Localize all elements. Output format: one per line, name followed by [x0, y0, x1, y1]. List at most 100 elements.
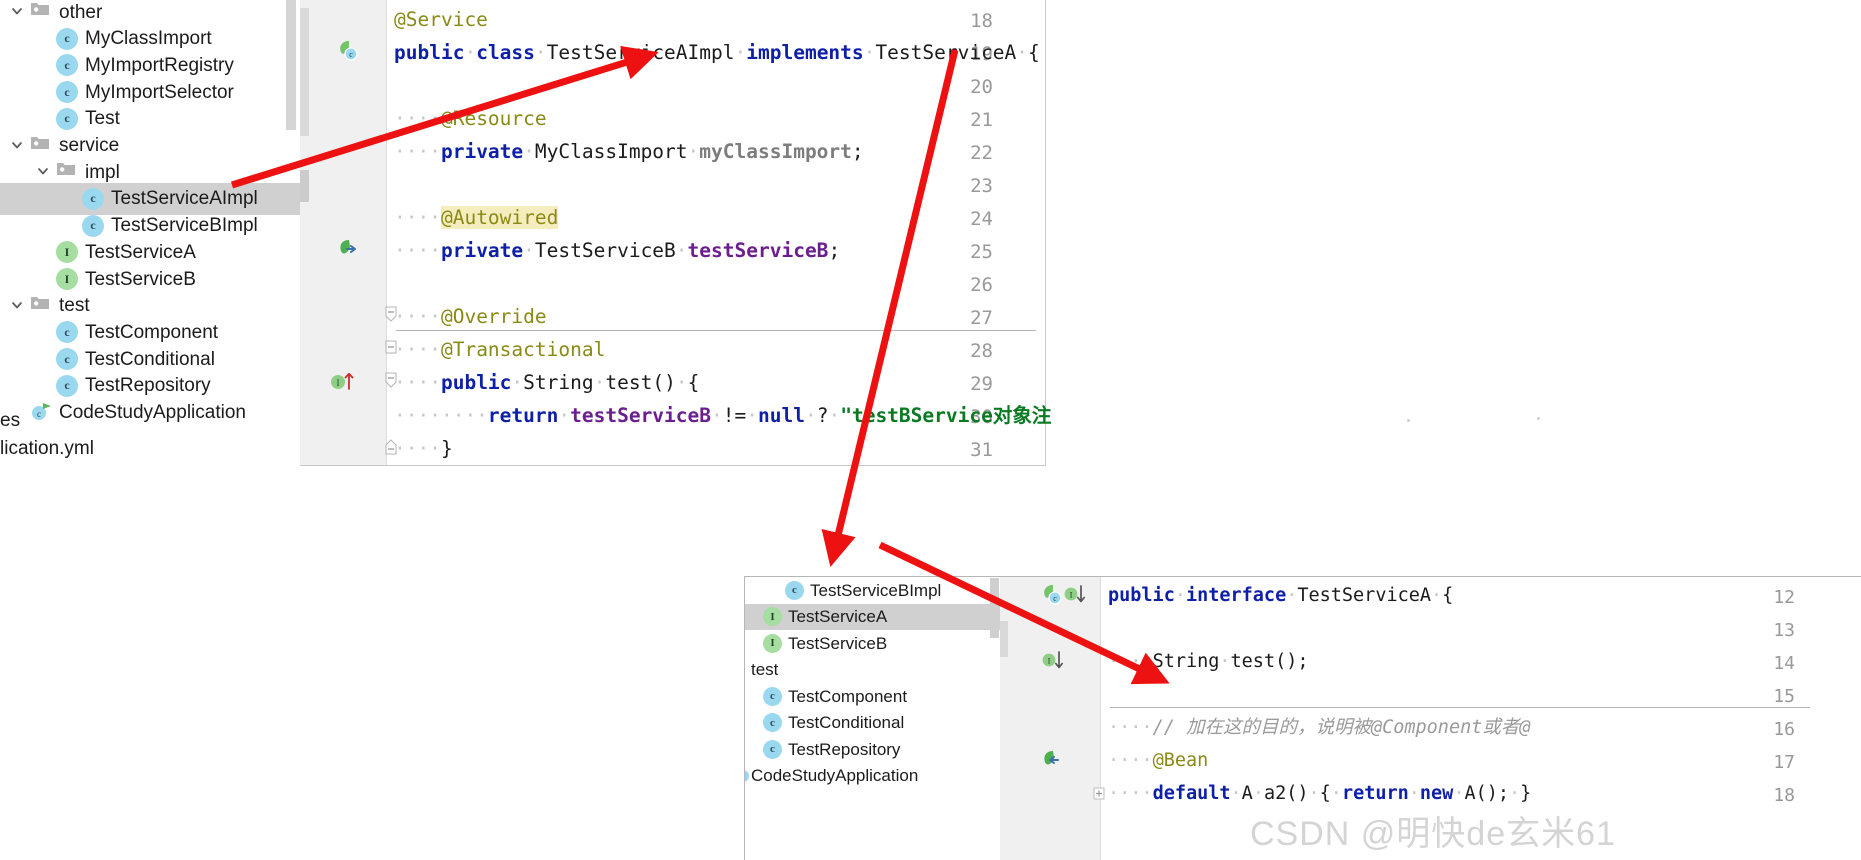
code-line[interactable]: ····// 加在这的目的，说明被@Component或者@ — [1108, 718, 1531, 738]
code-token: ···· — [394, 338, 441, 361]
code-token: public — [394, 41, 465, 64]
popup-tree-item-label: TestComponent — [788, 686, 908, 706]
main-editor-panel[interactable]: 18 @Service 19 c public·class·TestServiceAIm… — [300, 0, 1051, 466]
project-tree-panel[interactable]: other c MyClassImport c MyImportRegistry c MyI… — [0, 0, 300, 465]
code-token: · — [534, 41, 547, 64]
code-token: test() — [605, 371, 676, 394]
spring-class-icon: c — [30, 402, 52, 424]
code-token: · — [1509, 783, 1521, 804]
code-line[interactable]: public·class·TestServiceAImpl·implements… — [394, 43, 1040, 63]
code-token: · — [675, 371, 688, 394]
class-icon: c — [56, 374, 78, 397]
code-token: · — [734, 41, 747, 64]
code-line[interactable]: ····String·test(); — [1108, 651, 1309, 672]
popup-project-tree-panel[interactable]: c TestServiceBImpl I TestServiceA I TestServi… — [737, 576, 1002, 860]
code-token: · — [1330, 783, 1342, 804]
popup-tree-item-label: CodeStudyApplication — [751, 766, 919, 785]
spring-bean-gutter-icon[interactable]: c — [338, 40, 360, 62]
code-token: · — [523, 239, 535, 262]
code-token: · — [1252, 783, 1264, 804]
code-line[interactable]: @Service — [394, 10, 488, 30]
code-line[interactable]: ····@Resource — [394, 109, 547, 129]
code-line[interactable]: ····@Transactional — [394, 340, 605, 360]
code-token: @Autowired — [440, 206, 559, 229]
spring-bean-gutter-icon[interactable]: c — [1042, 584, 1062, 605]
chevron-down-icon[interactable] — [10, 298, 26, 314]
popup-tree-item-testrepository[interactable]: c TestRepository — [745, 736, 1001, 762]
code-token: private — [440, 239, 524, 262]
popup-tree-item-testservicea[interactable]: I TestServiceA — [745, 603, 1001, 630]
code-token: "testBService对象注 — [840, 404, 1052, 427]
line-number: 18 — [1773, 785, 1795, 806]
code-line[interactable]: ····@Bean — [1108, 750, 1209, 771]
tree-item-codestudyapplication[interactable]: c CodeStudyApplication — [0, 397, 300, 429]
overriding-method-gutter-icon[interactable]: I — [330, 370, 354, 392]
popup-tree-item-codestudyapplication[interactable]: CodeStudyApplication — [737, 763, 1001, 789]
code-token: ; — [828, 239, 841, 262]
class-icon: c — [763, 739, 782, 759]
code-token: { — [1442, 585, 1454, 606]
code-token: } — [440, 437, 453, 460]
tree-item-label: Test — [85, 108, 120, 130]
code-line[interactable]: ····private·TestServiceB·testServiceB; — [394, 241, 840, 261]
bean-navigate-gutter-icon[interactable] — [1042, 749, 1062, 769]
chevron-down-icon[interactable] — [10, 138, 26, 154]
code-line[interactable]: ····private·MyClassImport·myClassImport; — [394, 142, 864, 162]
tree-item-label: other — [59, 1, 103, 23]
code-token: · — [593, 371, 606, 394]
code-fold-handle[interactable] — [1092, 784, 1106, 804]
code-token: != — [722, 404, 747, 427]
popup-tree-item-testconditional[interactable]: c TestConditional — [745, 710, 1001, 736]
popup-tree-item-testcomponent[interactable]: c TestComponent — [745, 683, 1001, 709]
code-token: public — [1108, 585, 1175, 606]
code-token: } — [1520, 783, 1532, 804]
popup-tree-item-test[interactable]: test — [745, 657, 1001, 683]
code-token: · — [1230, 783, 1242, 804]
interface-editor-panel[interactable]: 12 c Ipublic·interface·TestServiceA·{13 14 I… — [1000, 576, 1861, 860]
tree-clipped-label-resources[interactable]: es — [0, 410, 20, 432]
class-icon: c — [56, 81, 78, 104]
code-line[interactable]: public·interface·TestServiceA·{ — [1108, 585, 1454, 606]
code-token: TestServiceA — [875, 41, 1017, 64]
chevron-down-icon[interactable] — [36, 164, 52, 180]
implemented-by-gutter-icon[interactable]: I — [1042, 650, 1064, 670]
tree-item-label: TestServiceA — [85, 241, 196, 263]
code-token: class — [476, 41, 535, 64]
interface-icon: I — [763, 607, 782, 626]
project-tree-scrollbar[interactable] — [286, 0, 296, 130]
code-token: ···· — [394, 107, 441, 130]
method-separator — [396, 330, 1036, 331]
line-number: 21 — [970, 109, 993, 131]
code-line[interactable]: ····@Override — [394, 307, 547, 327]
svg-text:c: c — [349, 50, 353, 59]
line-number: 26 — [970, 274, 993, 296]
code-token: { — [687, 371, 700, 394]
code-line[interactable]: ····public·String·test()·{ — [394, 373, 699, 393]
tree-clipped-label-application-yml[interactable]: lication.yml — [0, 438, 94, 460]
code-token: myClassImport — [699, 140, 852, 163]
code-line[interactable]: ····} — [394, 439, 453, 459]
code-token: TestServiceA — [1297, 585, 1432, 606]
code-token: test(); — [1230, 651, 1309, 672]
implemented-by-gutter-icon[interactable]: I — [1064, 584, 1086, 604]
popup-tree-item-testserviceb[interactable]: I TestServiceB — [745, 630, 1001, 656]
popup-tree-item-label: TestConditional — [788, 713, 905, 732]
code-line[interactable]: ····default·A·a2()·{·return·new·A();·} — [1108, 783, 1532, 804]
line-number: 22 — [970, 142, 993, 164]
code-token: return — [1341, 783, 1409, 804]
code-line[interactable]: ········return·testServiceB·!=·null·?·"t… — [394, 406, 1051, 426]
code-token: · — [863, 41, 876, 64]
code-token: String — [1152, 651, 1220, 672]
popup-tree-item-testservicebimpl[interactable]: c TestServiceBImpl — [745, 577, 1001, 603]
bean-navigate-gutter-icon[interactable] — [338, 238, 360, 260]
editor-gutter[interactable] — [300, 0, 387, 465]
interface-editor-gutter[interactable] — [1000, 577, 1101, 860]
spring-class-icon — [737, 766, 749, 785]
line-number: 15 — [1773, 686, 1795, 707]
code-token: @Bean — [1152, 750, 1209, 771]
code-line[interactable]: ····@Autowired — [394, 206, 559, 229]
chevron-down-icon[interactable] — [10, 4, 26, 20]
